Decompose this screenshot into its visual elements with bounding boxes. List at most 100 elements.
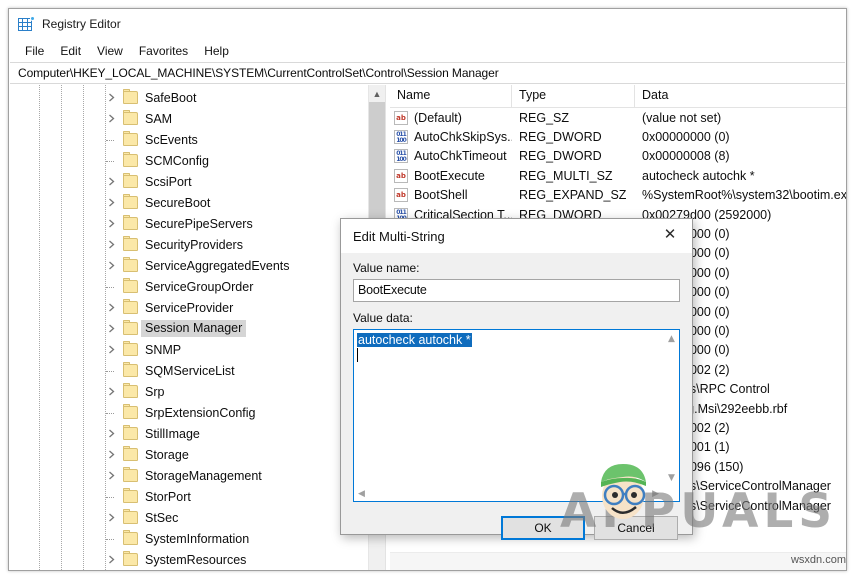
chevron-right-icon[interactable] xyxy=(105,344,117,356)
scroll-right-icon: ▶ xyxy=(652,489,659,499)
chevron-right-icon[interactable] xyxy=(105,113,117,125)
tree-leaf-connector xyxy=(105,533,117,545)
textarea-vertical-scrollbar[interactable]: ▲ ▼ xyxy=(663,330,679,486)
chevron-right-icon[interactable] xyxy=(105,554,117,566)
folder-icon xyxy=(123,511,138,524)
column-header-type[interactable]: Type xyxy=(512,85,635,107)
table-row[interactable]: 011100AutoChkSkipSys...REG_DWORD0x000000… xyxy=(390,127,846,146)
dword-value-icon: 011100 xyxy=(394,149,408,163)
folder-icon xyxy=(123,196,138,209)
registry-tree-pane: SafeBootSAMScEventsSCMConfigScsiPortSecu… xyxy=(9,85,386,570)
chevron-right-icon[interactable] xyxy=(105,470,117,482)
tree-item[interactable]: ServiceAggregatedEvents xyxy=(9,255,368,276)
folder-icon xyxy=(123,91,138,104)
scroll-up-icon: ▲ xyxy=(668,334,675,344)
column-header-data[interactable]: Data xyxy=(635,85,846,107)
tree-item[interactable]: StSec xyxy=(9,507,368,528)
dialog-title: Edit Multi-String xyxy=(353,229,445,244)
tree-item[interactable]: SystemResources xyxy=(9,549,368,570)
scroll-left-icon: ◀ xyxy=(358,489,365,499)
tree-item[interactable]: ServiceGroupOrder xyxy=(9,276,368,297)
tree-item[interactable]: StorageManagement xyxy=(9,465,368,486)
tree-leaf-connector xyxy=(105,134,117,146)
table-row[interactable]: abBootShellREG_EXPAND_SZ%SystemRoot%\sys… xyxy=(390,186,846,205)
scroll-up-icon[interactable]: ▲ xyxy=(369,85,385,102)
address-bar[interactable]: Computer\HKEY_LOCAL_MACHINE\SYSTEM\Curre… xyxy=(10,62,845,84)
tree-item[interactable]: SrpExtensionConfig xyxy=(9,402,368,423)
values-horizontal-scrollbar[interactable] xyxy=(390,552,846,570)
folder-icon xyxy=(123,553,138,566)
menu-favorites[interactable]: Favorites xyxy=(131,42,196,60)
dialog-buttons: OK Cancel xyxy=(353,516,680,540)
tree-item[interactable]: Storage xyxy=(9,444,368,465)
close-icon[interactable]: ✕ xyxy=(648,219,692,249)
column-header-name[interactable]: Name xyxy=(390,85,512,107)
tree-item[interactable]: SecurityProviders xyxy=(9,234,368,255)
string-value-icon: ab xyxy=(394,111,408,125)
tree-item[interactable]: ScEvents xyxy=(9,129,368,150)
menu-bar: File Edit View Favorites Help xyxy=(9,39,846,62)
tree-item-label: ServiceProvider xyxy=(145,301,233,315)
tree-leaf-connector xyxy=(105,155,117,167)
registry-editor-icon xyxy=(18,16,34,32)
tree-item[interactable]: SQMServiceList xyxy=(9,360,368,381)
textarea-horizontal-scrollbar[interactable]: ◀ ▶ xyxy=(354,486,663,501)
tree-item-label: StSec xyxy=(145,511,178,525)
chevron-right-icon[interactable] xyxy=(105,260,117,272)
value-data-textarea[interactable]: autocheck autochk * ▲ ▼ ◀ ▶ xyxy=(353,329,680,502)
tree-item-label: ScEvents xyxy=(145,133,198,147)
tree-item[interactable]: SecureBoot xyxy=(9,192,368,213)
menu-file[interactable]: File xyxy=(17,42,52,60)
chevron-right-icon[interactable] xyxy=(105,449,117,461)
chevron-right-icon[interactable] xyxy=(105,323,117,335)
tree-item-label: Srp xyxy=(145,385,164,399)
chevron-right-icon[interactable] xyxy=(105,512,117,524)
tree-item[interactable]: SNMP xyxy=(9,339,368,360)
tree-item[interactable]: Session Manager xyxy=(9,318,368,339)
value-type-cell: REG_SZ xyxy=(512,111,635,125)
table-row[interactable]: abBootExecuteREG_MULTI_SZautocheck autoc… xyxy=(390,166,846,185)
value-data-selection: autocheck autochk * xyxy=(357,333,472,347)
menu-help[interactable]: Help xyxy=(196,42,237,60)
tree-item[interactable]: StorPort xyxy=(9,486,368,507)
chevron-right-icon[interactable] xyxy=(105,428,117,440)
tree-item[interactable]: ServiceProvider xyxy=(9,297,368,318)
folder-icon xyxy=(123,154,138,167)
text-caret xyxy=(357,348,358,362)
table-row[interactable]: 011100AutoChkTimeoutREG_DWORD0x00000008 … xyxy=(390,147,846,166)
string-value-icon: ab xyxy=(394,188,408,202)
value-name-input[interactable]: BootExecute xyxy=(353,279,680,302)
cancel-button[interactable]: Cancel xyxy=(594,516,678,540)
value-data-cell: 0x00000008 (8) xyxy=(635,149,846,163)
tree-item-label: SNMP xyxy=(145,343,181,357)
chevron-right-icon[interactable] xyxy=(105,92,117,104)
chevron-right-icon[interactable] xyxy=(105,302,117,314)
ok-button[interactable]: OK xyxy=(501,516,585,540)
chevron-right-icon[interactable] xyxy=(105,218,117,230)
tree-item[interactable]: Srp xyxy=(9,381,368,402)
menu-edit[interactable]: Edit xyxy=(52,42,89,60)
chevron-right-icon[interactable] xyxy=(105,197,117,209)
tree-item[interactable]: SecurePipeServers xyxy=(9,213,368,234)
tree-item[interactable]: SCMConfig xyxy=(9,150,368,171)
value-name-cell: abBootExecute xyxy=(390,169,512,183)
chevron-right-icon[interactable] xyxy=(105,176,117,188)
tree-item[interactable]: SAM xyxy=(9,108,368,129)
value-data-cell: autocheck autochk * xyxy=(635,169,846,183)
tree-item-label: SAM xyxy=(145,112,172,126)
registry-tree[interactable]: SafeBootSAMScEventsSCMConfigScsiPortSecu… xyxy=(9,85,368,570)
string-value-icon: ab xyxy=(394,169,408,183)
registry-editor-window: Registry Editor File Edit View Favorites… xyxy=(8,8,847,571)
tree-leaf-connector xyxy=(105,491,117,503)
menu-view[interactable]: View xyxy=(89,42,131,60)
tree-item-label: Session Manager xyxy=(141,320,246,337)
table-row[interactable]: ab(Default)REG_SZ(value not set) xyxy=(390,108,846,127)
tree-item[interactable]: StillImage xyxy=(9,423,368,444)
value-name-text: (Default) xyxy=(414,111,462,125)
tree-item[interactable]: ScsiPort xyxy=(9,171,368,192)
tree-item[interactable]: SystemInformation xyxy=(9,528,368,549)
tree-item[interactable]: SafeBoot xyxy=(9,87,368,108)
chevron-right-icon[interactable] xyxy=(105,386,117,398)
tree-item-label: ServiceGroupOrder xyxy=(145,280,253,294)
chevron-right-icon[interactable] xyxy=(105,239,117,251)
